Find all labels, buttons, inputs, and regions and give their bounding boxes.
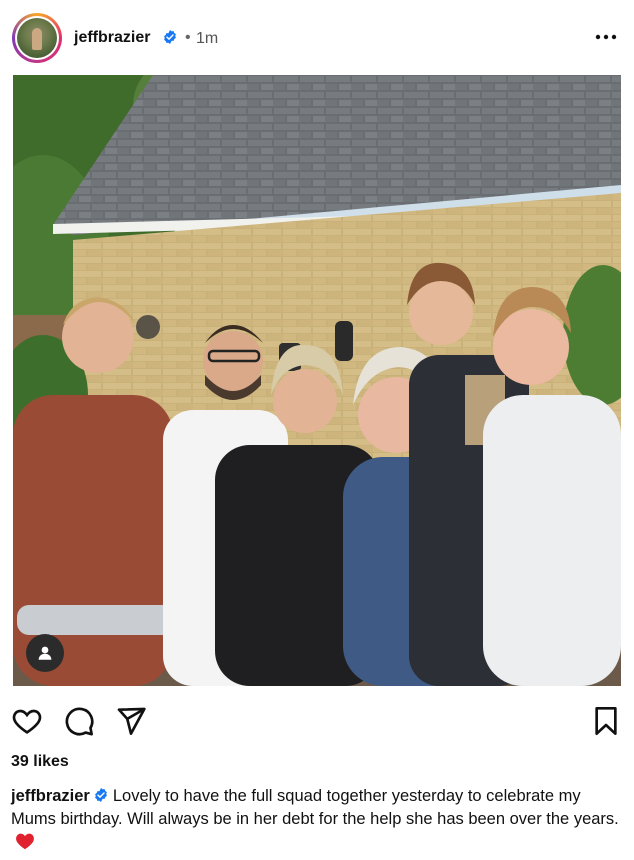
caption-username[interactable]: jeffbrazier bbox=[11, 787, 90, 805]
separator-dot: • bbox=[185, 29, 191, 46]
more-options-icon[interactable] bbox=[594, 28, 618, 46]
heart-outline-icon[interactable] bbox=[11, 705, 43, 737]
bookmark-icon[interactable] bbox=[590, 705, 622, 737]
tagged-people-button[interactable] bbox=[26, 634, 64, 672]
red-heart-icon bbox=[16, 833, 34, 850]
post-action-bar bbox=[0, 700, 634, 740]
comment-icon[interactable] bbox=[63, 705, 95, 737]
post-photo[interactable] bbox=[13, 75, 621, 686]
username-link[interactable]: jeffbrazier bbox=[74, 29, 150, 47]
likes-count[interactable]: 39 likes bbox=[11, 753, 69, 771]
post-header: jeffbrazier • 1m bbox=[0, 0, 634, 76]
post-caption: jeffbrazier Lovely to have the full squa… bbox=[11, 785, 623, 854]
verified-badge-icon bbox=[164, 30, 176, 44]
profile-avatar[interactable] bbox=[12, 13, 62, 63]
person-tag-icon bbox=[38, 646, 52, 660]
post-timestamp: 1m bbox=[196, 30, 219, 47]
verified-badge-icon bbox=[94, 788, 107, 802]
send-icon[interactable] bbox=[115, 705, 147, 737]
